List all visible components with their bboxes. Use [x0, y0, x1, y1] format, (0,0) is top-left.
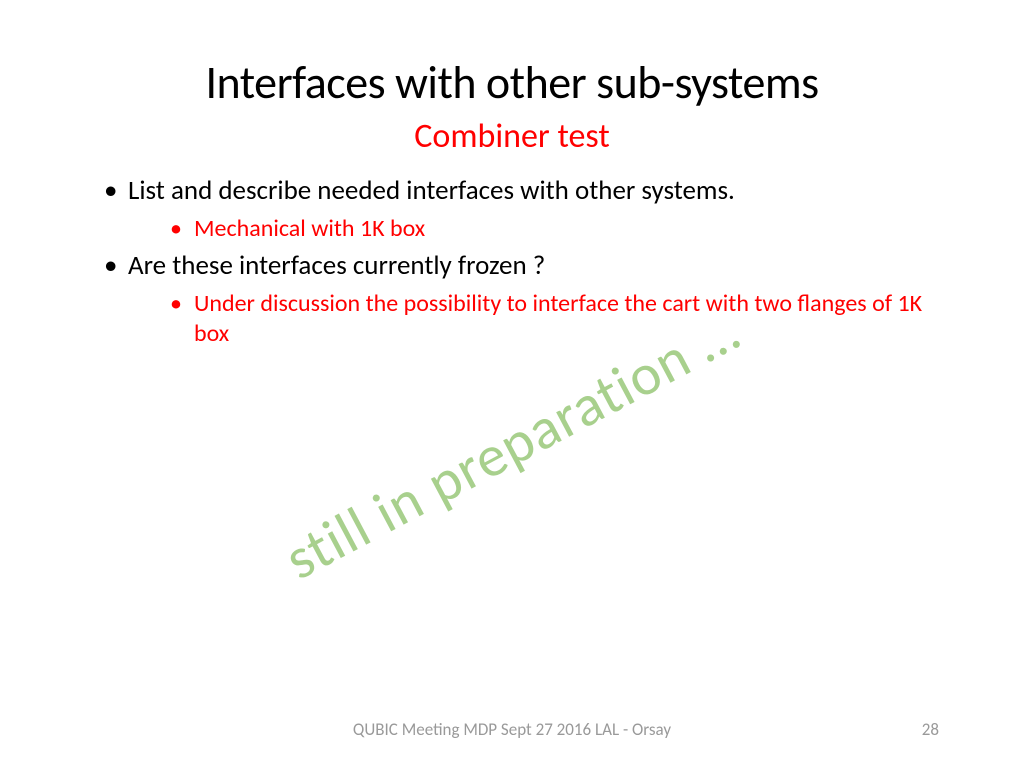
sub-bullet-item: Mechanical with 1K box	[170, 214, 944, 244]
bullet-item-1: List and describe needed interfaces with…	[100, 175, 944, 244]
slide-subtitle: Combiner test	[80, 116, 944, 157]
bullet-item-2: Are these interfaces currently frozen ? …	[100, 250, 944, 349]
slide-title: Interfaces with other sub-systems	[80, 55, 944, 111]
footer-text: QUBIC Meeting MDP Sept 27 2016 LAL - Ors…	[353, 719, 671, 740]
slide-container: Interfaces with other sub-systems Combin…	[0, 0, 1024, 768]
slide-content: List and describe needed interfaces with…	[80, 175, 944, 349]
sub-bullet-list: Mechanical with 1K box	[170, 214, 944, 244]
bullet-text: List and describe needed interfaces with…	[128, 174, 735, 207]
page-number: 28	[922, 719, 939, 740]
bullet-list: List and describe needed interfaces with…	[100, 175, 944, 349]
sub-bullet-item: Under discussion the possibility to inte…	[170, 289, 944, 349]
bullet-text: Are these interfaces currently frozen ?	[128, 249, 545, 282]
slide-footer: QUBIC Meeting MDP Sept 27 2016 LAL - Ors…	[0, 719, 1024, 740]
sub-bullet-list: Under discussion the possibility to inte…	[170, 289, 944, 349]
